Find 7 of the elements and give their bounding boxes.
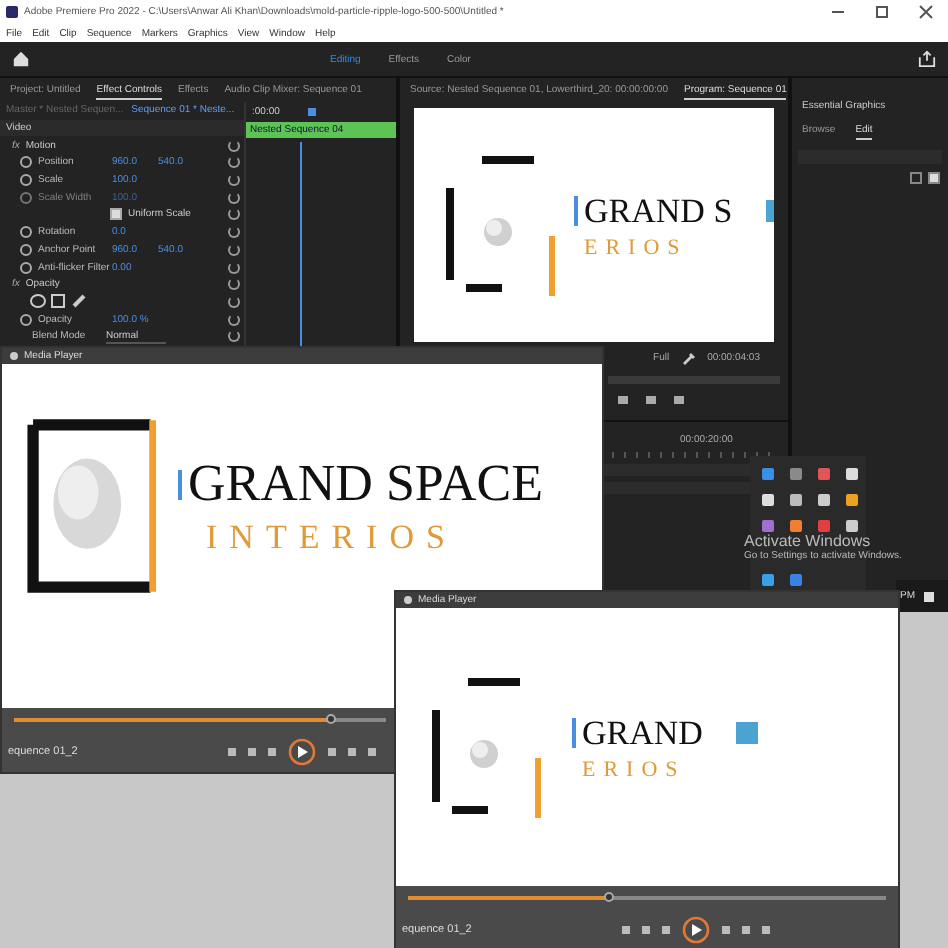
logo-title: GRAND S [584, 191, 733, 231]
logo-subtitle: ERIOS [582, 235, 690, 259]
logo-title: GRAND [582, 713, 703, 753]
logo-title: GRAND SPACE [188, 454, 543, 514]
activation-title: Activate Windows [744, 532, 873, 550]
logo-subtitle: INTERIOS [204, 518, 459, 558]
logo-subtitle: ERIOS [580, 757, 688, 781]
